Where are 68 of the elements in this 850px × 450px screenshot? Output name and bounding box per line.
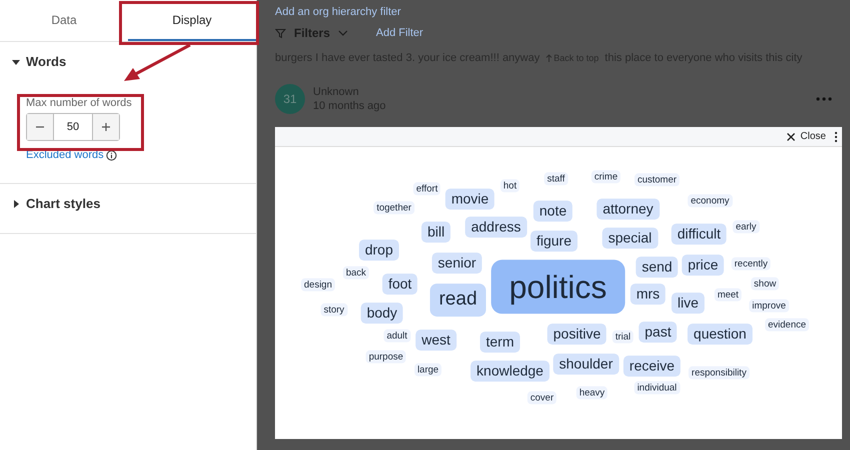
- tab[interactable]: Display: [128, 0, 256, 41]
- close-button[interactable]: Close: [783, 131, 830, 142]
- cloud-word[interactable]: send: [636, 256, 678, 278]
- cloud-word[interactable]: trial: [612, 330, 634, 344]
- cloud-word[interactable]: recently: [731, 257, 771, 271]
- caret-icon: [12, 200, 20, 208]
- cloud-word[interactable]: movie: [445, 188, 495, 210]
- tab[interactable]: Data: [0, 0, 128, 41]
- avatar: 31: [275, 84, 305, 114]
- cloud-word[interactable]: adult: [384, 329, 410, 343]
- cloud-word[interactable]: crime: [591, 170, 621, 184]
- cloud-word[interactable]: body: [360, 302, 404, 324]
- close-icon: [787, 132, 796, 140]
- info-icon[interactable]: [106, 150, 117, 160]
- cloud-word[interactable]: senior: [432, 252, 482, 274]
- cloud-word[interactable]: together: [374, 201, 414, 215]
- cloud-word[interactable]: difficult: [671, 224, 727, 244]
- cloud-word[interactable]: large: [414, 363, 442, 377]
- cloud-word[interactable]: question: [688, 324, 752, 344]
- cloud-word[interactable]: responsibility: [688, 366, 750, 380]
- section-title[interactable]: Words: [26, 54, 66, 69]
- cloud-word[interactable]: attorney: [596, 198, 660, 220]
- up-arrow-icon: [546, 54, 552, 62]
- cloud-word[interactable]: economy: [688, 194, 732, 208]
- cloud-word[interactable]: improve: [749, 299, 789, 313]
- cloud-word[interactable]: shoulder: [553, 354, 619, 374]
- section-title[interactable]: Chart styles: [26, 196, 100, 211]
- cloud-word[interactable]: drop: [358, 240, 400, 260]
- cloud-word[interactable]: address: [465, 216, 527, 238]
- cloud-word[interactable]: read: [430, 284, 486, 316]
- cloud-word[interactable]: cover: [527, 391, 557, 405]
- cloud-word[interactable]: evidence: [764, 318, 810, 332]
- cloud-word[interactable]: west: [416, 330, 456, 350]
- org-filter-link[interactable]: Add an org hierarchy filter: [275, 6, 832, 18]
- filter-icon: [275, 28, 286, 38]
- cloud-word[interactable]: meet: [714, 288, 742, 302]
- cloud-word[interactable]: special: [602, 228, 658, 248]
- cloud-word[interactable]: effort: [413, 182, 441, 196]
- cloud-word[interactable]: note: [533, 200, 573, 222]
- cloud-word[interactable]: politics: [491, 260, 625, 314]
- cloud-word[interactable]: mrs: [630, 284, 666, 304]
- cloud-word[interactable]: back: [342, 266, 370, 280]
- cloud-word[interactable]: heavy: [576, 386, 608, 400]
- cloud-word[interactable]: positive: [547, 324, 607, 344]
- number-input[interactable]: 50: [53, 114, 93, 140]
- cloud-word[interactable]: knowledge: [470, 360, 550, 382]
- cloud-word[interactable]: receive: [623, 356, 681, 376]
- cloud-word[interactable]: show: [750, 277, 780, 291]
- number-stepper[interactable]: 50: [26, 113, 120, 141]
- cloud-word[interactable]: design: [301, 278, 335, 292]
- cloud-word[interactable]: individual: [634, 381, 680, 395]
- cloud-word[interactable]: story: [320, 303, 348, 317]
- cloud-word[interactable]: live: [672, 292, 704, 314]
- cloud-word[interactable]: customer: [634, 173, 680, 187]
- add-filter-link[interactable]: Add Filter: [376, 27, 424, 39]
- cloud-word[interactable]: purpose: [366, 350, 406, 364]
- cloud-word[interactable]: term: [480, 332, 520, 352]
- cloud-word[interactable]: foot: [382, 274, 418, 294]
- cloud-word[interactable]: figure: [530, 230, 578, 252]
- field-label: Max number of words: [26, 97, 133, 109]
- more-icon[interactable]: [834, 130, 838, 142]
- caret-icon: [12, 58, 20, 66]
- cloud-word[interactable]: early: [732, 220, 760, 234]
- cloud-word[interactable]: price: [682, 254, 724, 276]
- cloud-word[interactable]: hot: [500, 179, 520, 193]
- cloud-word[interactable]: staff: [544, 172, 568, 186]
- cloud-word[interactable]: past: [638, 322, 678, 342]
- cloud-word[interactable]: bill: [421, 222, 451, 242]
